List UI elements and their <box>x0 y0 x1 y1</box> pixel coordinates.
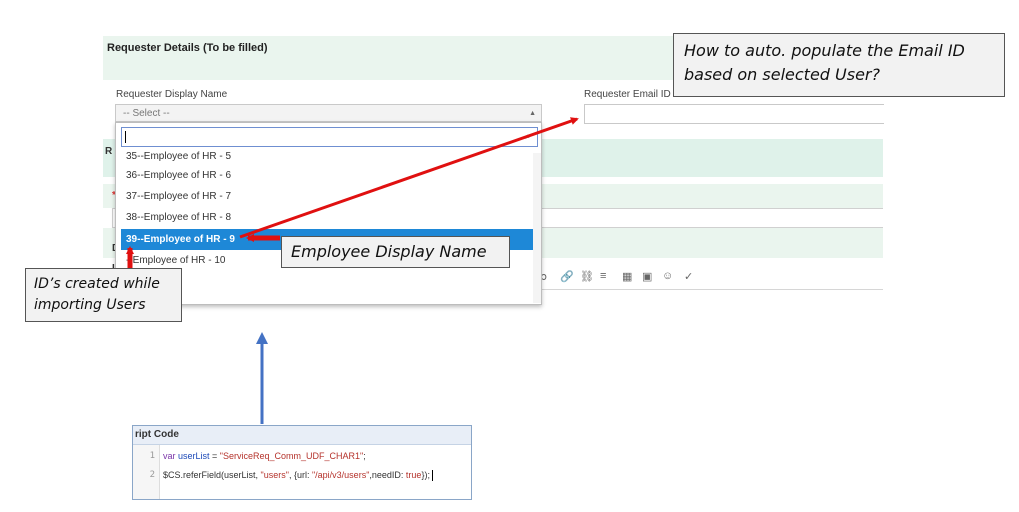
arrow-to-email <box>239 117 579 239</box>
code-text: , {url: <box>288 470 312 480</box>
code-header: ript Code <box>133 426 471 445</box>
callout-line: How to auto. populate the Email ID <box>684 41 965 60</box>
line-gutter: 1 2 <box>133 445 160 499</box>
code-string: "/api/v3/users" <box>311 470 370 480</box>
text-cursor <box>431 470 433 482</box>
email-question-callout: How to auto. populate the Email ID based… <box>673 33 1005 97</box>
code-variable: userList <box>178 451 210 461</box>
code-text: ,needID: <box>369 470 406 480</box>
callout-line: based on selected User? <box>684 65 880 84</box>
line-number: 1 <box>149 451 155 461</box>
code-boolean: true <box>405 470 422 480</box>
code-text: = <box>209 451 220 461</box>
code-text: }); <box>421 470 430 480</box>
code-text: $CS.referField(userList, <box>163 470 261 480</box>
callout-line: ID’s created while <box>34 276 160 292</box>
callout-line: importing Users <box>34 297 146 313</box>
code-keyword: var <box>163 451 179 461</box>
code-string: "users" <box>260 470 289 480</box>
script-code-panel: ript Code 1 2 var userList = "ServiceReq… <box>132 425 472 500</box>
code-line-1[interactable]: var userList = "ServiceReq_Comm_UDF_CHAR… <box>163 451 366 461</box>
code-line-2[interactable]: $CS.referField(userList, "users", {url: … <box>163 470 433 482</box>
code-string: "ServiceReq_Comm_UDF_CHAR1" <box>219 451 364 461</box>
line-number: 2 <box>149 470 155 480</box>
code-text: ; <box>363 451 366 461</box>
code-title: ript Code <box>135 429 179 440</box>
display-name-callout: Employee Display Name <box>281 236 510 268</box>
id-callout: ID’s created while importing Users <box>25 268 182 322</box>
